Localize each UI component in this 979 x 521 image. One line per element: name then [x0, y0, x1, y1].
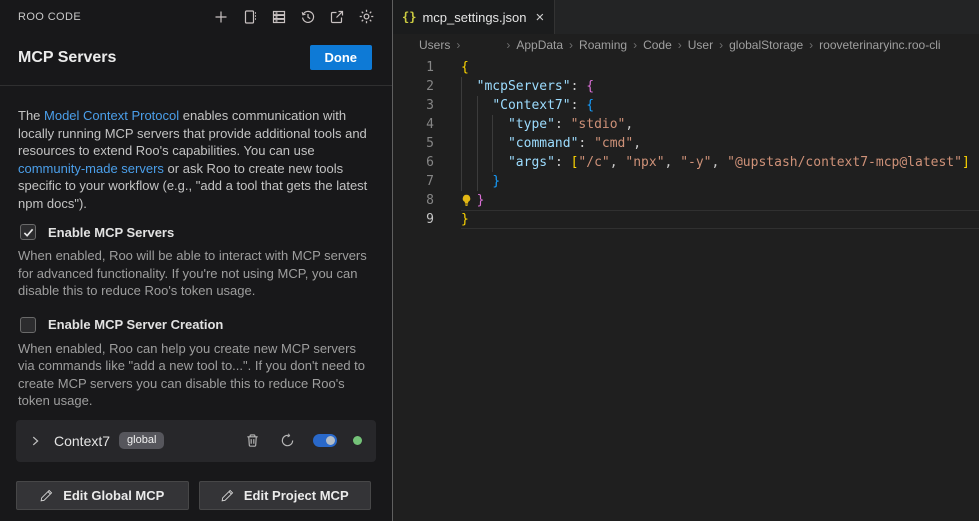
app-window: ROO CODE [0, 0, 979, 521]
breadcrumb-item[interactable]: Code [643, 38, 672, 52]
chevron-right-icon[interactable] [28, 434, 42, 448]
indent-guide [461, 96, 462, 115]
panel-header: ROO CODE [0, 0, 392, 33]
history-icon[interactable] [298, 7, 318, 27]
enable-mcp-servers-checkbox[interactable] [20, 224, 36, 240]
indent-guide [461, 115, 462, 134]
roo-code-panel: ROO CODE [0, 0, 393, 521]
indent-guide [492, 134, 493, 153]
pencil-icon [221, 489, 234, 502]
panel-title: ROO CODE [18, 11, 81, 23]
breadcrumb-separator: › [506, 38, 510, 52]
breadcrumb-item[interactable]: User [688, 38, 713, 52]
link-community-made-servers[interactable]: community-made servers [18, 161, 164, 176]
pencil-icon [40, 489, 53, 502]
edit-global-mcp-label: Edit Global MCP [63, 488, 164, 503]
indent-guide [477, 115, 478, 134]
breadcrumb-item[interactable]: Users [419, 38, 450, 52]
json-file-icon: {} [402, 10, 416, 24]
tab-bar: {} mcp_settings.json × [393, 0, 979, 34]
enable-mcp-creation-label: Enable MCP Server Creation [48, 317, 223, 332]
breadcrumb-item[interactable]: Roaming [579, 38, 627, 52]
tab-filename: mcp_settings.json [422, 10, 526, 25]
close-tab-icon[interactable]: × [536, 10, 545, 25]
editor-code[interactable]: 1{2 "mcpServers": {3 "Context7": {4 "typ… [393, 56, 979, 521]
divider [0, 85, 392, 86]
line-number: 1 [393, 58, 434, 77]
server-scope-badge: global [119, 432, 164, 449]
intro-paragraph: The Model Context Protocol enables commu… [18, 107, 374, 212]
edit-project-mcp-label: Edit Project MCP [244, 488, 349, 503]
enable-mcp-creation-row: Enable MCP Server Creation [20, 317, 374, 333]
intro-text: The [18, 108, 44, 123]
code-line[interactable]: 8 } [393, 191, 979, 210]
line-number: 3 [393, 96, 434, 115]
breadcrumb-separator: › [719, 38, 723, 52]
line-number: 5 [393, 134, 434, 153]
done-button[interactable]: Done [310, 45, 373, 70]
refresh-icon[interactable] [278, 432, 296, 450]
breadcrumb-item[interactable]: globalStorage [729, 38, 803, 52]
server-name: Context7 [54, 433, 110, 449]
editor-pane: {} mcp_settings.json × Users › › AppData… [393, 0, 979, 521]
breadcrumb: Users › › AppData › Roaming › Code › Use… [393, 34, 979, 56]
code-line[interactable]: 3 "Context7": { [393, 96, 979, 115]
mcp-edit-buttons: Edit Global MCP Edit Project MCP [16, 481, 371, 510]
breadcrumb-item[interactable]: AppData [516, 38, 563, 52]
indent-guide [461, 77, 462, 96]
code-line[interactable]: 6 "args": ["/c", "npx", "-y", "@upstash/… [393, 153, 979, 172]
enable-mcp-creation-checkbox[interactable] [20, 317, 36, 333]
indent-guide [461, 134, 462, 153]
status-dot [353, 436, 362, 445]
line-number: 4 [393, 115, 434, 134]
indent-guide [477, 172, 478, 191]
panel-toolbar [211, 7, 376, 27]
indent-guide [477, 96, 478, 115]
enable-mcp-servers-description: When enabled, Roo will be able to intera… [18, 247, 374, 300]
indent-guide [477, 134, 478, 153]
trash-icon[interactable] [243, 432, 261, 450]
checkbox-check-icon [23, 227, 34, 238]
gear-icon[interactable] [356, 7, 376, 27]
toggle-knob [326, 436, 335, 445]
breadcrumb-separator: › [569, 38, 573, 52]
indent-guide [461, 153, 462, 172]
enable-mcp-servers-row: Enable MCP Servers [20, 224, 374, 240]
breadcrumb-separator: › [678, 38, 682, 52]
tab-mcp-settings-json[interactable]: {} mcp_settings.json × [393, 0, 555, 34]
link-model-context-protocol[interactable]: Model Context Protocol [44, 108, 179, 123]
enable-mcp-creation-description: When enabled, Roo can help you create ne… [18, 340, 374, 410]
breadcrumb-separator: › [809, 38, 813, 52]
lightbulb-icon[interactable] [460, 194, 473, 207]
breadcrumb-separator: › [633, 38, 637, 52]
page-title: MCP Servers [18, 49, 116, 67]
indent-guide [492, 153, 493, 172]
indent-guide [477, 153, 478, 172]
code-line[interactable]: 1{ [393, 58, 979, 77]
external-link-icon[interactable] [327, 7, 347, 27]
plus-icon[interactable] [211, 7, 231, 27]
code-line[interactable]: 7 } [393, 172, 979, 191]
indent-guide [492, 115, 493, 134]
code-line[interactable]: 9} [393, 210, 979, 229]
edit-global-mcp-button[interactable]: Edit Global MCP [16, 481, 189, 510]
line-number: 8 [393, 191, 434, 210]
server-card-context7[interactable]: Context7 global [16, 420, 376, 462]
breadcrumb-item[interactable]: rooveterinaryinc.roo-cli [819, 38, 940, 52]
line-number: 9 [393, 210, 434, 229]
edit-project-mcp-button[interactable]: Edit Project MCP [199, 481, 372, 510]
line-number: 2 [393, 77, 434, 96]
enable-mcp-servers-label: Enable MCP Servers [48, 225, 174, 240]
server-stack-icon[interactable] [269, 7, 289, 27]
line-number: 7 [393, 172, 434, 191]
notebook-icon[interactable] [240, 7, 260, 27]
code-line[interactable]: 2 "mcpServers": { [393, 77, 979, 96]
line-number: 6 [393, 153, 434, 172]
code-line[interactable]: 5 "command": "cmd", [393, 134, 979, 153]
breadcrumb-separator: › [456, 38, 460, 52]
server-enabled-toggle[interactable] [313, 434, 337, 447]
code-line[interactable]: 4 "type": "stdio", [393, 115, 979, 134]
indent-guide [461, 172, 462, 191]
